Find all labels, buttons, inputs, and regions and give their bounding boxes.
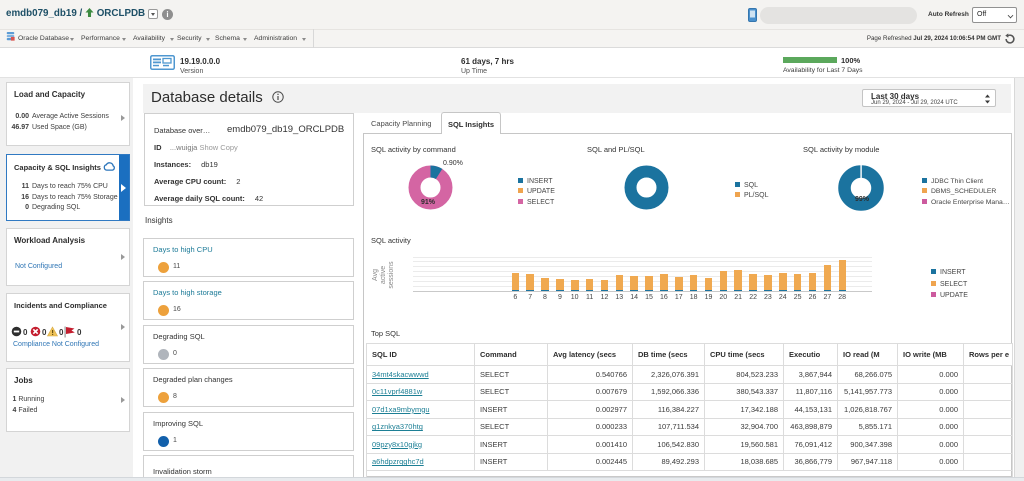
svg-text:0: 0 [77, 328, 82, 337]
svg-text:0: 0 [23, 328, 28, 337]
svg-text:0: 0 [59, 328, 64, 337]
svg-text:0: 0 [42, 328, 47, 337]
